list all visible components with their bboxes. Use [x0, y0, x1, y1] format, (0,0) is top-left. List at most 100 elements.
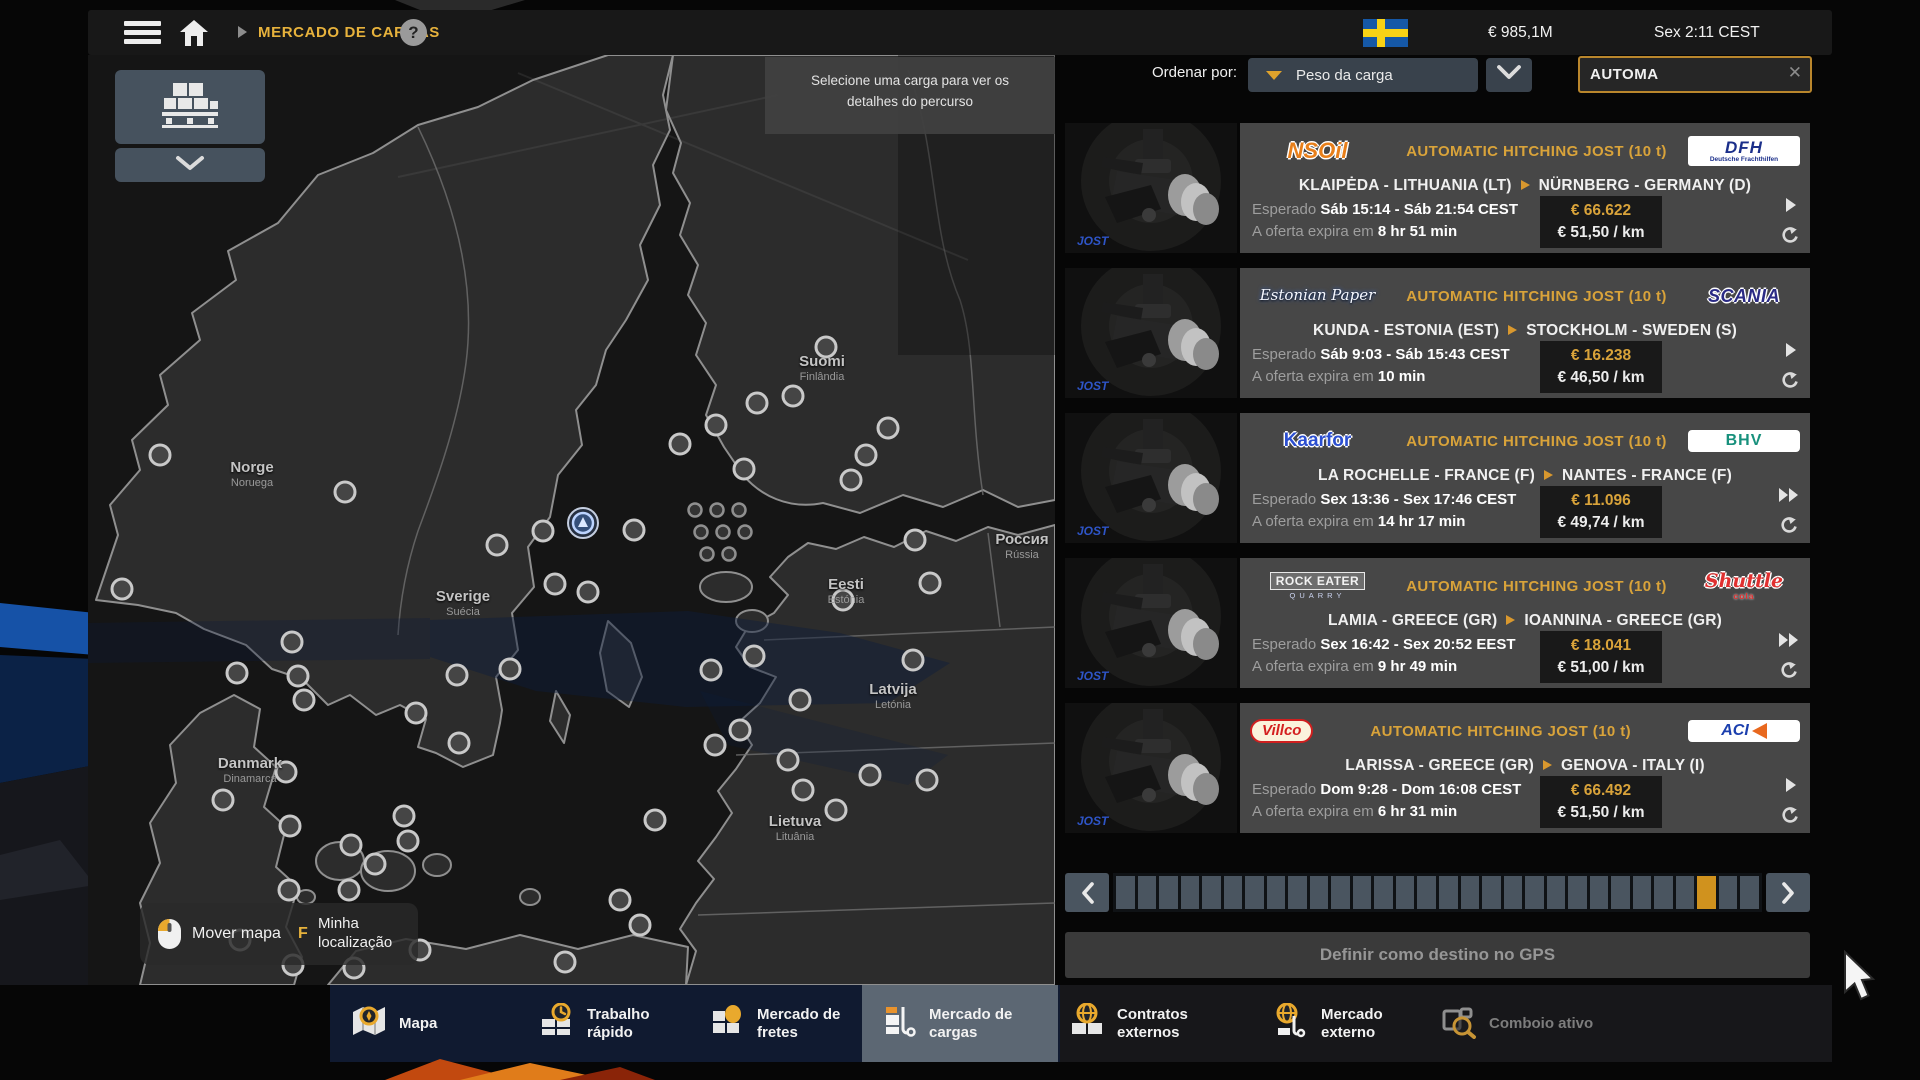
- city-dot[interactable]: [624, 520, 644, 540]
- city-dot[interactable]: [793, 780, 813, 800]
- city-dot[interactable]: [816, 337, 836, 357]
- map-filter-expand-button[interactable]: [115, 148, 265, 182]
- page-segment[interactable]: [1504, 876, 1523, 909]
- page-segment[interactable]: [1224, 876, 1243, 909]
- page-segment[interactable]: [1439, 876, 1458, 909]
- page-segment[interactable]: [1181, 876, 1200, 909]
- page-segment[interactable]: [1461, 876, 1480, 909]
- city-dot[interactable]: [706, 415, 726, 435]
- city-dot[interactable]: [790, 690, 810, 710]
- page-segment[interactable]: [1568, 876, 1587, 909]
- nav-item-external-market[interactable]: Mercado externo: [1272, 985, 1429, 1062]
- map-canvas[interactable]: SuomiFinlândiaNorgeNoruegaSverigeSuéciaE…: [88, 55, 1055, 985]
- city-dot[interactable]: [645, 810, 665, 830]
- page-segment[interactable]: [1719, 876, 1738, 909]
- city-dot[interactable]: [610, 890, 630, 910]
- city-dot[interactable]: [833, 590, 853, 610]
- city-dot[interactable]: [282, 632, 302, 652]
- page-segment[interactable]: [1676, 876, 1695, 909]
- page-segment[interactable]: [1310, 876, 1329, 909]
- city-dot[interactable]: [447, 665, 467, 685]
- city-dot[interactable]: [150, 445, 170, 465]
- page-segment[interactable]: [1547, 876, 1566, 909]
- city-dot[interactable]: [920, 573, 940, 593]
- page-segment[interactable]: [1331, 876, 1350, 909]
- page-segment[interactable]: [1116, 876, 1135, 909]
- page-segment[interactable]: [1417, 876, 1436, 909]
- city-dot[interactable]: [112, 579, 132, 599]
- page-segment[interactable]: [1288, 876, 1307, 909]
- set-gps-destination-button[interactable]: Definir como destino no GPS: [1065, 932, 1810, 978]
- city-dot[interactable]: [841, 470, 861, 490]
- page-segment[interactable]: [1202, 876, 1221, 909]
- page-segment[interactable]: [1374, 876, 1393, 909]
- page-segment[interactable]: [1267, 876, 1286, 909]
- city-dot[interactable]: [578, 582, 598, 602]
- prev-page-button[interactable]: [1065, 873, 1109, 912]
- nav-item-cargo-market[interactable]: Mercado de cargas: [880, 985, 1037, 1062]
- city-dot[interactable]: [917, 770, 937, 790]
- city-dot[interactable]: [734, 459, 754, 479]
- sort-expand-button[interactable]: [1486, 58, 1532, 92]
- clear-search-icon[interactable]: ✕: [1788, 63, 1802, 83]
- home-icon[interactable]: [178, 18, 210, 53]
- page-segment-active[interactable]: [1697, 876, 1716, 909]
- city-dot[interactable]: [294, 690, 314, 710]
- city-dot[interactable]: [398, 831, 418, 851]
- help-icon[interactable]: ?: [400, 19, 427, 46]
- city-dot[interactable]: [335, 482, 355, 502]
- page-segment[interactable]: [1245, 876, 1264, 909]
- menu-icon[interactable]: [124, 21, 161, 44]
- page-segment[interactable]: [1633, 876, 1652, 909]
- city-dot[interactable]: [555, 952, 575, 972]
- city-dot[interactable]: [670, 434, 690, 454]
- cargo-offer-row[interactable]: JOSTROCK EATERQUARRYAUTOMATIC HITCHING J…: [1065, 558, 1810, 688]
- city-dot[interactable]: [744, 646, 764, 666]
- search-input[interactable]: [1590, 58, 1775, 91]
- city-dot[interactable]: [288, 666, 308, 686]
- nav-item-external-contracts[interactable]: Contratos externos: [1068, 985, 1225, 1062]
- cargo-offer-row[interactable]: JOSTEstonian PaperAUTOMATIC HITCHING JOS…: [1065, 268, 1810, 398]
- cargo-offer-row[interactable]: JOSTKaarforAUTOMATIC HITCHING JOST (10 t…: [1065, 413, 1810, 543]
- city-dot[interactable]: [783, 386, 803, 406]
- city-dot[interactable]: [341, 835, 361, 855]
- page-segment[interactable]: [1525, 876, 1544, 909]
- city-dot[interactable]: [856, 445, 876, 465]
- cargo-type-filter-button[interactable]: [115, 70, 265, 144]
- city-dot[interactable]: [701, 660, 721, 680]
- cargo-offer-row[interactable]: JOSTNSOilAUTOMATIC HITCHING JOST (10 t)D…: [1065, 123, 1810, 253]
- city-dot[interactable]: [826, 800, 846, 820]
- city-dot[interactable]: [487, 535, 507, 555]
- city-dot[interactable]: [630, 915, 650, 935]
- city-dot[interactable]: [276, 762, 296, 782]
- city-dot[interactable]: [545, 574, 565, 594]
- next-page-button[interactable]: [1766, 873, 1810, 912]
- city-dot[interactable]: [449, 733, 469, 753]
- city-dot[interactable]: [500, 659, 520, 679]
- page-segment[interactable]: [1611, 876, 1630, 909]
- city-dot[interactable]: [730, 720, 750, 740]
- city-dot[interactable]: [339, 880, 359, 900]
- city-dot[interactable]: [213, 790, 233, 810]
- nav-item-quick-job[interactable]: Trabalho rápido: [538, 985, 695, 1062]
- city-dot[interactable]: [365, 854, 385, 874]
- city-dot[interactable]: [778, 750, 798, 770]
- nav-item-freight-market[interactable]: Mercado de fretes: [708, 985, 865, 1062]
- page-segment[interactable]: [1482, 876, 1501, 909]
- page-segment[interactable]: [1353, 876, 1372, 909]
- city-dot[interactable]: [905, 530, 925, 550]
- city-dot[interactable]: [860, 765, 880, 785]
- city-dot[interactable]: [533, 521, 553, 541]
- page-segment[interactable]: [1654, 876, 1673, 909]
- page-segment[interactable]: [1396, 876, 1415, 909]
- city-dot[interactable]: [878, 418, 898, 438]
- city-dot[interactable]: [705, 735, 725, 755]
- sort-dropdown[interactable]: Peso da carga: [1248, 58, 1478, 92]
- city-dot[interactable]: [903, 650, 923, 670]
- nav-item-map[interactable]: Mapa: [350, 985, 437, 1062]
- city-dot[interactable]: [279, 880, 299, 900]
- page-segment[interactable]: [1740, 876, 1759, 909]
- city-dot[interactable]: [394, 806, 414, 826]
- page-segment[interactable]: [1590, 876, 1609, 909]
- city-dot[interactable]: [227, 663, 247, 683]
